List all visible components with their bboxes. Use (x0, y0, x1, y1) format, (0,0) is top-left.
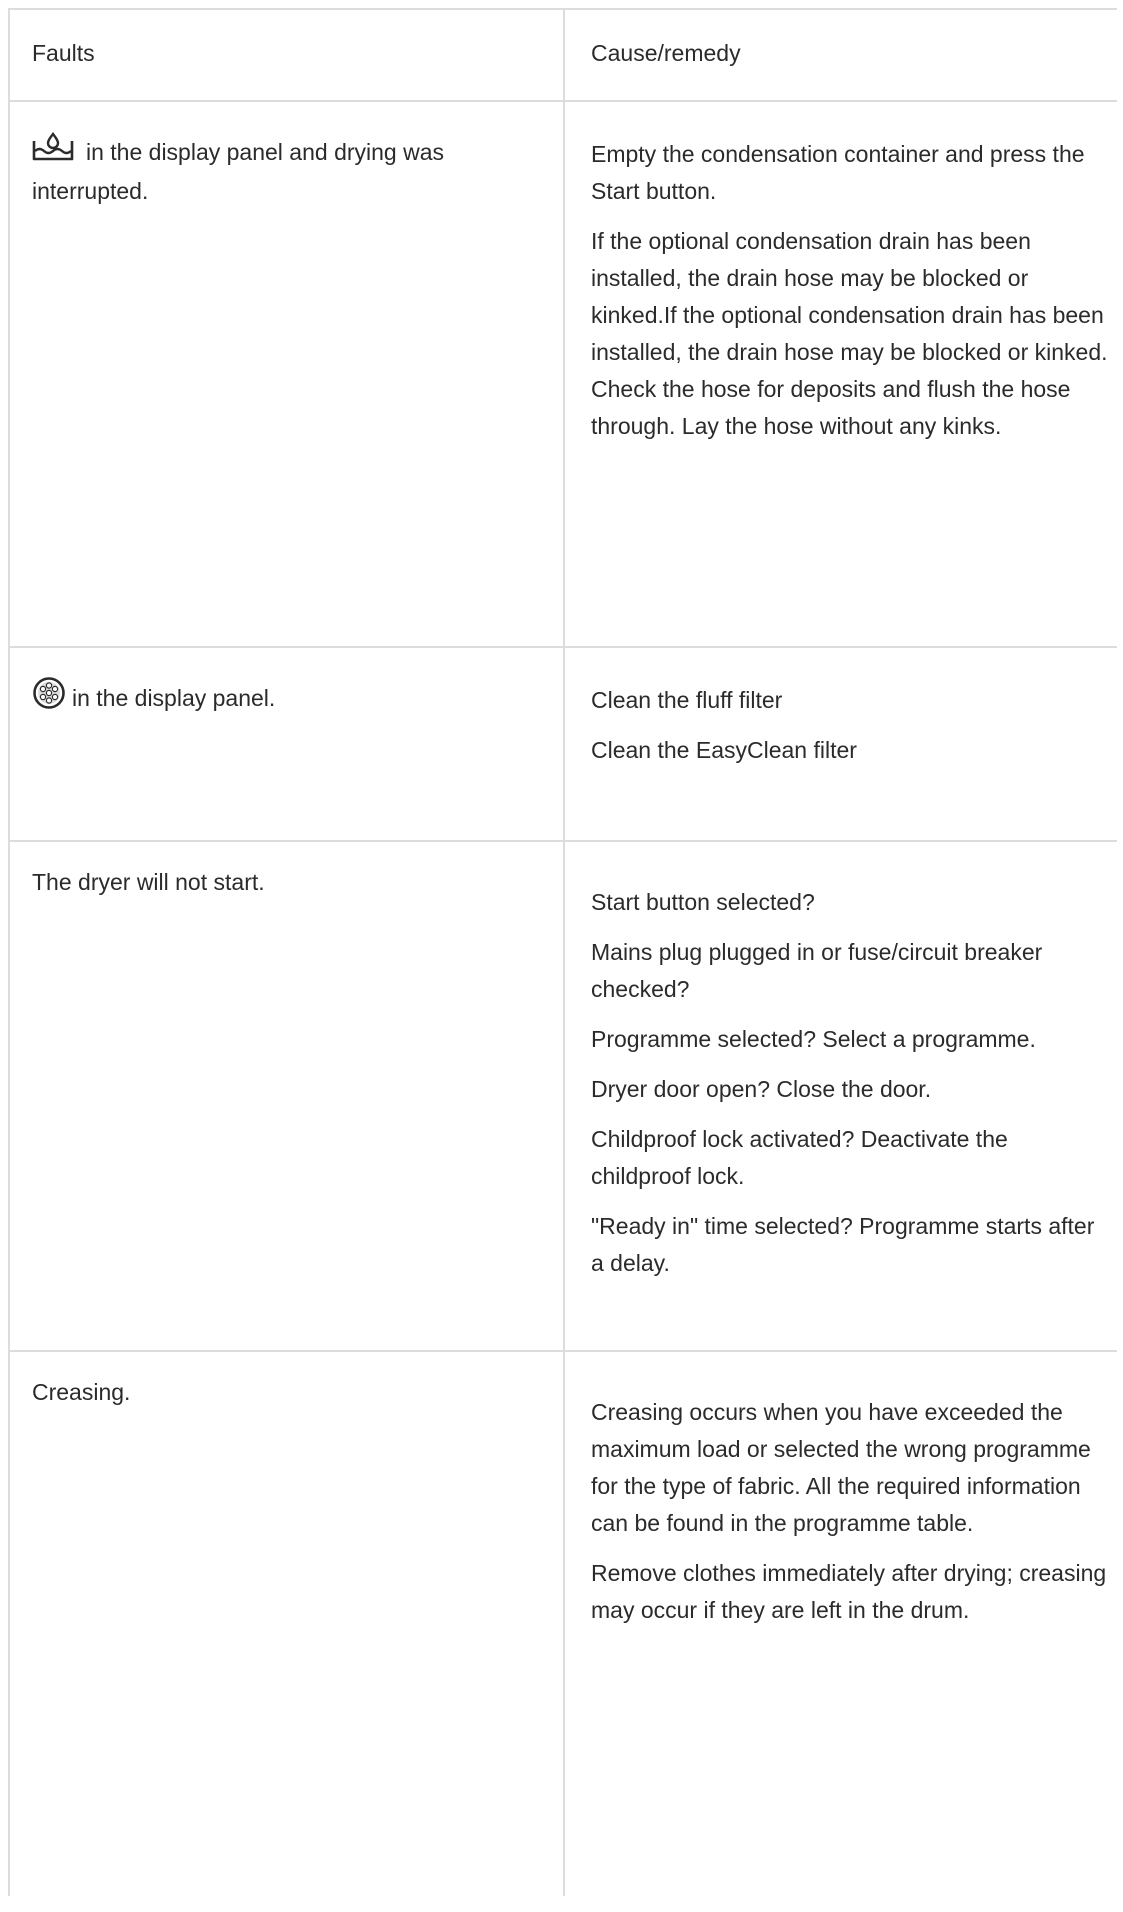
fault-cell: in the display panel. (32, 676, 552, 721)
fault-text: in the display panel and drying was inte… (32, 132, 552, 210)
remedy-item: Creasing occurs when you have exceeded t… (591, 1399, 1091, 1536)
remedy-item: Programme selected? Select a programme. (591, 1026, 1036, 1052)
table-row: The dryer will not start. Start button s… (8, 842, 1117, 1352)
remedy-item: Start button selected? (591, 889, 815, 915)
table-row: in the display panel and drying was inte… (8, 102, 1117, 648)
remedy-cell: Creasing occurs when you have exceeded t… (591, 1394, 1111, 1642)
column-header-cause-remedy-label: Cause/remedy (591, 40, 741, 66)
fault-description: The dryer will not start. (32, 869, 265, 895)
fault-cell: Creasing. (32, 1374, 552, 1411)
fault-cell: in the display panel and drying was inte… (32, 132, 552, 210)
remedy-item: Clean the fluff filter (591, 687, 783, 713)
remedy-cell: Clean the fluff filter Clean the EasyCle… (591, 682, 1111, 782)
column-header-faults: Faults (32, 38, 552, 68)
table-header-row: Faults Cause/remedy (8, 8, 1117, 102)
column-header-faults-label: Faults (32, 40, 95, 66)
remedy-cell: Empty the condensation container and pre… (591, 136, 1111, 458)
remedy-item: Empty the condensation container and pre… (591, 141, 1085, 204)
fault-text: in the display panel. (32, 676, 552, 721)
fault-description: in the display panel and drying was inte… (32, 139, 445, 204)
table-row: in the display panel. Clean the fluff fi… (8, 648, 1117, 842)
fluff-filter-icon (32, 676, 66, 721)
remedy-item: Clean the EasyClean filter (591, 737, 857, 763)
remedy-item: Remove clothes immediately after drying;… (591, 1560, 1107, 1623)
column-header-cause-remedy: Cause/remedy (591, 38, 1111, 68)
table-row: Creasing. Creasing occurs when you have … (8, 1352, 1117, 1912)
remedy-item: Mains plug plugged in or fuse/circuit br… (591, 939, 1043, 1002)
fault-cell: The dryer will not start. (32, 864, 552, 901)
fault-description: in the display panel. (72, 685, 276, 711)
condensation-container-icon (32, 132, 74, 173)
remedy-cell: Start button selected? Mains plug plugge… (591, 884, 1111, 1295)
remedy-item: Childproof lock activated? Deactivate th… (591, 1126, 1008, 1189)
remedy-item: If the optional condensation drain has b… (591, 228, 1108, 439)
fault-description: Creasing. (32, 1379, 131, 1405)
remedy-item: Dryer door open? Close the door. (591, 1076, 932, 1102)
remedy-item: "Ready in" time selected? Programme star… (591, 1213, 1095, 1276)
